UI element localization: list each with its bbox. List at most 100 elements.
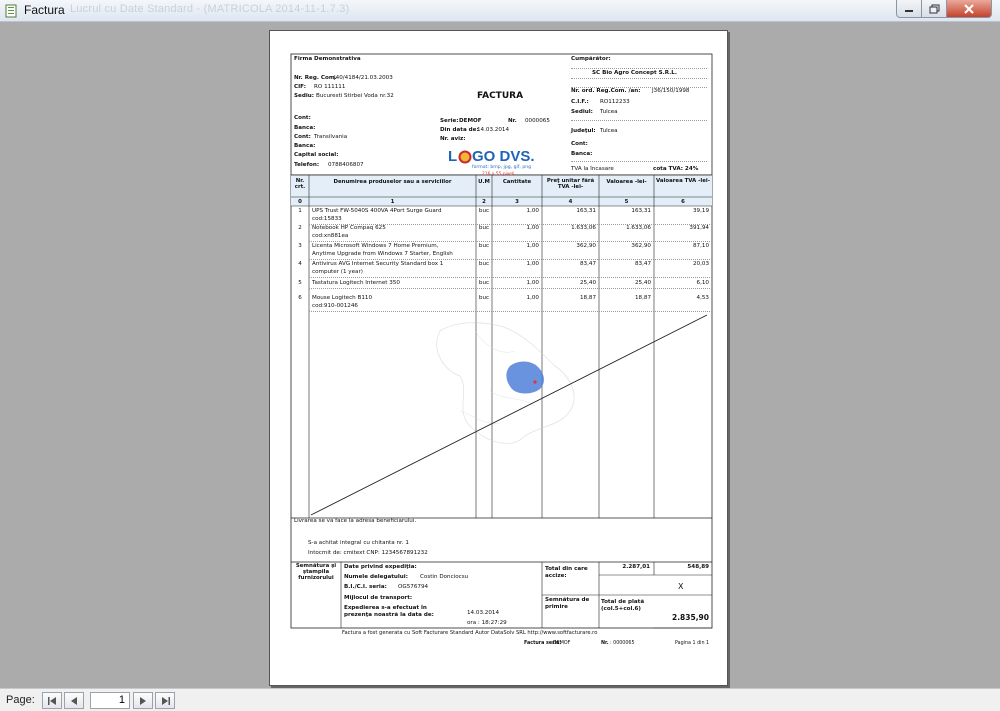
supplier-sediu-value: Bucuresti Stirbei Voda nr.32: [316, 93, 394, 99]
supplier-reg-label: Nr. Reg. Com.: [294, 75, 337, 81]
cell-um: buc: [478, 208, 490, 214]
col-index: 2: [482, 199, 486, 205]
last-page-button[interactable]: [155, 692, 175, 709]
cell-cant: 1,00: [526, 295, 539, 301]
total-label: Total din care accize:: [545, 566, 588, 579]
col-index: 3: [515, 199, 519, 205]
total-plata-value: 2.835,90: [671, 613, 709, 622]
minimize-button[interactable]: [896, 0, 922, 18]
cell-den-line2: cod:910-001246: [312, 303, 358, 309]
col-header-tva: Valoarea TVA -lei-: [656, 178, 710, 184]
cell-cant: 1,00: [526, 225, 539, 231]
title-bar: Factura Lucrul cu Date Standard - (MATRI…: [0, 0, 1000, 22]
supplier-telefon-value: 0788406807: [328, 162, 364, 168]
buyer-judet-value: Tulcea: [600, 128, 618, 134]
buyer-reg-label: Nr. ord. Reg.Com. /an:: [571, 88, 641, 94]
cell-tva: 4,53: [696, 295, 709, 301]
first-page-icon: [47, 696, 56, 705]
close-button[interactable]: [946, 0, 992, 18]
restore-icon: [929, 4, 939, 13]
total-value: 2.287,01: [622, 564, 650, 570]
minimize-icon: [905, 9, 913, 12]
signature-receipt-label: Semnătura de primire: [545, 597, 590, 610]
invoice-title: FACTURA: [477, 91, 524, 101]
cell-val: 362,90: [631, 243, 651, 249]
cell-um: buc: [478, 261, 490, 267]
next-page-button[interactable]: [133, 692, 153, 709]
cell-nr: 2: [298, 225, 302, 231]
close-icon: [964, 3, 974, 14]
cell-nr: 5: [298, 280, 302, 286]
cell-um: buc: [478, 295, 490, 301]
transport-label: Mijlocul de transport:: [344, 595, 413, 601]
bi-label: B.I./C.I. seria:: [344, 584, 387, 590]
cell-den: Notebook HP Compaq 625: [312, 225, 386, 231]
note-livrare: Livrarea se va face la adresa beneficiar…: [294, 518, 417, 524]
cell-val: 18,87: [634, 295, 651, 301]
buyer-cif-value: RO112233: [600, 99, 630, 105]
cell-tva: 391,94: [689, 225, 709, 231]
report-viewport[interactable]: Firma Demonstrativa Nr. Reg. Com. J40/41…: [0, 22, 1000, 688]
total-tva: 548,89: [687, 564, 709, 570]
first-page-button[interactable]: [42, 692, 62, 709]
supplier-cif-label: CIF:: [294, 84, 306, 90]
col-index: 1: [390, 199, 395, 205]
cell-um: buc: [478, 280, 490, 286]
col-header-cant: Cantitate: [502, 179, 532, 185]
page-number-input[interactable]: 1: [90, 692, 130, 709]
supplier-telefon-label: Telefon:: [294, 162, 320, 168]
total-plata-label: Total de plată (col.5+col.6): [601, 599, 645, 612]
cell-pret: 163,31: [576, 208, 596, 214]
supplier-cont2-label: Cont:: [294, 134, 311, 140]
exp-ora: ora : 18:27:29: [467, 620, 507, 626]
buyer-banca-label: Banca:: [571, 151, 593, 157]
logo-circle-icon: [458, 150, 472, 164]
buyer-cont-label: Cont:: [571, 141, 588, 147]
buyer-cif-label: C.I.F.:: [571, 99, 589, 105]
col-index: 0: [298, 199, 302, 205]
buyer-sediu-label: Sediul:: [571, 109, 593, 115]
doc-nr-value: 0000065: [525, 118, 550, 124]
restore-button[interactable]: [921, 0, 947, 18]
cell-pret: 25,40: [579, 280, 596, 286]
logo-text: GO DVS.: [472, 148, 535, 165]
note-intocmit: Intocmit de: cmitext CNP: 1234567891232: [308, 550, 428, 556]
supplier-sediu-label: Sediu:: [294, 93, 314, 99]
tva-note-left: TVA la încasare: [571, 166, 614, 172]
map-watermark: [436, 322, 575, 444]
app-icon: [5, 4, 17, 18]
doc-serie-value: DEMOF: [459, 118, 482, 124]
buyer-label: Cumpărător:: [571, 56, 611, 62]
cell-val: 83,47: [634, 261, 651, 267]
doc-data-label: Din data de:: [440, 127, 479, 133]
col-header-den: Denumirea produselor sau a serviciilor: [333, 179, 452, 185]
cell-val: 1.633,06: [626, 225, 651, 231]
delegat-value: Costin Donciocsu: [420, 574, 469, 580]
cell-den-line2: cod:xn881ea: [312, 233, 349, 239]
cell-pret: 83,47: [579, 261, 596, 267]
col-index: 6: [681, 199, 685, 205]
cell-pret: 362,90: [576, 243, 596, 249]
supplier-banca2-label: Banca:: [294, 143, 316, 149]
supplier-name: Firma Demonstrativa: [294, 56, 361, 62]
exp-title: Date privind expediţia:: [344, 564, 417, 570]
cell-nr: 6: [298, 295, 302, 301]
cell-den-line2: cod:15833: [312, 216, 342, 222]
col-index: 4: [568, 199, 573, 205]
cell-cant: 1,00: [526, 243, 539, 249]
prev-page-button[interactable]: [64, 692, 84, 709]
footer-nr-value: : 0000065: [610, 641, 635, 646]
tva-note-right: cota TVA: 24%: [653, 166, 699, 172]
bi-value: OG576794: [398, 584, 429, 590]
col-header-val: Valoarea -lei-: [606, 179, 647, 185]
exp-date: 14.03.2014: [467, 610, 500, 616]
cell-cant: 1,00: [526, 280, 539, 286]
cell-nr: 3: [298, 243, 302, 249]
doc-data-value: 14.03.2014: [477, 127, 510, 133]
footer-pagina: Pagina 1 din 1: [675, 641, 710, 646]
logo-size: 216 x 55 pixeli: [482, 172, 515, 177]
col-header-pret: Preţ unitar fără TVA -lei-: [546, 178, 595, 191]
buyer-judet-label: Judeţul:: [571, 128, 596, 134]
logo-letter: L: [448, 148, 458, 165]
cell-den-line2: Anytime Upgrade from Windows 7 Starter, …: [312, 251, 453, 257]
